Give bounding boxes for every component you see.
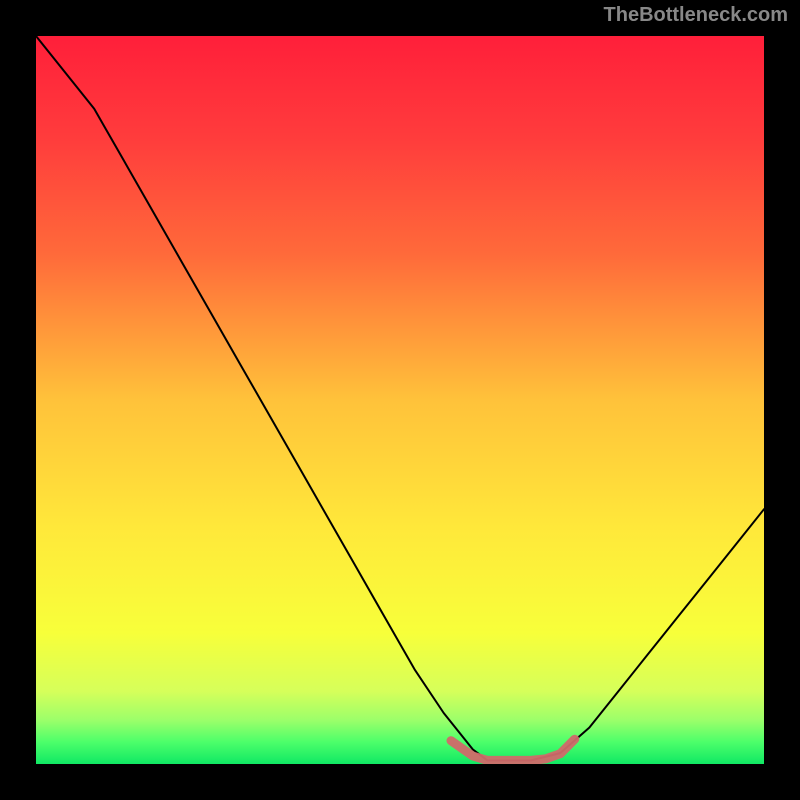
- chart-canvas: [36, 36, 764, 764]
- watermark-text: TheBottleneck.com: [604, 4, 788, 27]
- bottleneck-chart: [36, 36, 764, 764]
